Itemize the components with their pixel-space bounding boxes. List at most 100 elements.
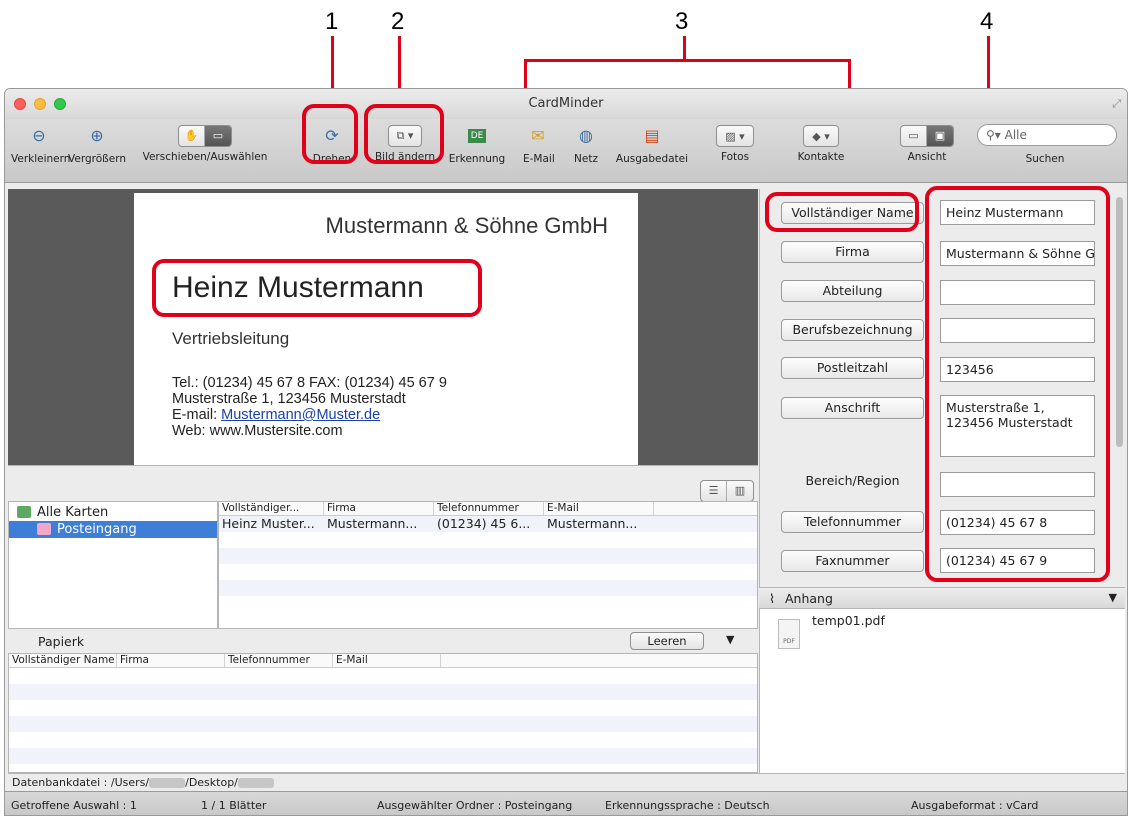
card-name: Heinz Mustermann [172,271,424,304]
empty-row [219,548,757,564]
empty-row [9,700,757,716]
status-sheets: 1 / 1 Blätter [201,799,267,812]
callout-line-3-top [524,59,851,62]
phone-field[interactable]: (01234) 45 67 8 [940,510,1095,535]
col-email[interactable]: E-Mail [544,502,654,515]
empty-row [219,564,757,580]
field-scrollbar[interactable] [1116,197,1123,447]
database-path-bar: Datenbankdatei : /Users//Desktop/ [8,773,1125,791]
col-phone[interactable]: Telefonnummer [434,502,544,515]
status-language: Erkennungssprache : Deutsch [605,799,770,812]
card-image-viewer[interactable]: Mustermann & Söhne GmbH Heinz Mustermann… [8,189,758,466]
empty-row [9,748,757,764]
photos-button[interactable]: ▨ ▾ Fotos [705,123,765,163]
window-title: CardMinder [528,96,604,111]
col-full-name[interactable]: Vollständiger... [219,502,324,515]
fullscreen-icon[interactable]: ⤢ [1112,97,1121,111]
callout-3: 3 [675,8,689,35]
status-bar: Getroffene Auswahl : 1 1 / 1 Blätter Aus… [5,791,1127,815]
photos-icon[interactable]: ▨ ▾ [716,125,754,147]
output-file-icon: ▤ [644,126,660,145]
address-button[interactable]: Anschrift [781,397,924,419]
paperclip-icon: ⌇ [769,591,776,606]
postal-code-button[interactable]: Postleitzahl [781,357,924,379]
card-list: Vollständiger... Firma Telefonnummer E-M… [218,501,758,629]
output-file-button[interactable]: ▤ Ausgabedatei [611,123,693,165]
search-input[interactable]: ⚲▾ Alle [977,124,1117,146]
list-view-toggle-icon[interactable]: ☰ ▥ [700,480,754,502]
col-company[interactable]: Firma [324,502,434,515]
card-contact-lines: Tel.: (01234) 45 67 8 FAX: (01234) 45 67… [172,375,447,439]
image-change-icon[interactable]: ⧉ ▾ [387,125,423,147]
pdf-file-icon[interactable]: PDF [778,619,800,649]
mail-icon: ✉ [531,126,545,145]
view-toggle[interactable]: ▭ ▣ Ansicht [895,123,959,163]
card-email-link[interactable]: Mustermann@Muster.de [221,407,380,423]
empty-row [219,596,757,612]
contacts-button[interactable]: ◆ ▾ Kontakte [791,123,851,163]
trash-col-phone[interactable]: Telefonnummer [225,654,333,667]
zoom-in-button[interactable]: ⊕ Vergrößern [65,123,129,165]
recognition-icon: DE [467,129,487,143]
zoom-out-button[interactable]: ⊖ Verkleinern [11,123,70,165]
toolbar: ⊖ Verkleinern ⊕ Vergrößern ✋ ▭ Verschiebe… [5,119,1127,183]
search-label-wrap: Suchen [1015,149,1075,165]
job-title-field[interactable] [940,318,1095,343]
email-button[interactable]: ✉ E-Mail [523,123,555,165]
empty-row [9,732,757,748]
status-folder: Ausgewählter Ordner : Posteingang [377,799,573,812]
fax-button[interactable]: Faxnummer [781,550,924,572]
attachment-menu-icon[interactable]: ▼ [1109,591,1117,604]
change-image-button[interactable]: ⧉ ▾ Bild ändern [367,123,443,163]
address-field[interactable]: Musterstraße 1, 123456 Musterstadt [940,395,1095,457]
trash-bar: Papierk Leeren ▼ [8,629,758,653]
empty-row [9,684,757,700]
callout-1: 1 [325,8,339,35]
trash-menu-icon[interactable]: ▼ [726,633,734,646]
region-label: Bereich/Region [805,473,900,488]
attachment-bar[interactable]: ⌇ Anhang ▼ [759,587,1125,609]
trash-col-full-name[interactable]: Vollständiger Name [9,654,117,667]
attachment-file-name[interactable]: temp01.pdf [812,613,885,628]
title-bar: CardMinder ⤢ [5,89,1127,119]
card-department: Vertriebsleitung [172,329,290,348]
cards-folder-icon [17,506,31,518]
callout-2: 2 [391,8,405,35]
tree-item-all-cards[interactable]: Alle Karten [9,504,217,521]
app-window: CardMinder ⤢ ⊖ Verkleinern ⊕ Vergrößern … [4,88,1128,816]
full-name-button[interactable]: Vollständiger Name [781,202,924,224]
recognition-button[interactable]: DE Erkennung [447,123,507,165]
splitter-bar[interactable]: ☰ ▥ [8,465,758,502]
status-selection: Getroffene Auswahl : 1 [11,799,137,812]
phone-button[interactable]: Telefonnummer [781,511,924,533]
move-select-control[interactable]: ✋ ▭ Verschieben/Auswählen [135,123,275,163]
empty-row [219,532,757,548]
table-row[interactable]: Heinz Muster... Mustermann... (01234) 45… [219,516,757,532]
company-button[interactable]: Firma [781,241,924,263]
rotate-button[interactable]: ⟳ Drehen [307,123,357,165]
postal-code-field[interactable]: 123456 [940,357,1095,382]
hand-select-icon[interactable]: ✋ ▭ [178,125,232,147]
region-field[interactable] [940,472,1095,497]
department-field[interactable] [940,280,1095,305]
trash-list-header: Vollständiger Name Firma Telefonnummer E… [9,654,757,668]
card-address-line: Musterstraße 1, 123456 Musterstadt [172,391,406,407]
department-button[interactable]: Abteilung [781,280,924,302]
trash-col-email[interactable]: E-Mail [333,654,441,667]
fax-field[interactable]: (01234) 45 67 9 [940,548,1095,573]
web-button[interactable]: ◍ Netz [571,123,601,165]
card-list-header: Vollständiger... Firma Telefonnummer E-M… [219,502,757,516]
attachment-area: PDF temp01.pdf [759,609,1125,773]
full-name-field[interactable]: Heinz Mustermann [940,200,1095,225]
trash-title: Papierk [38,634,85,649]
contacts-icon[interactable]: ◆ ▾ [803,125,839,147]
job-title-button[interactable]: Berufsbezeichnung [781,319,924,341]
view-toggle-icon[interactable]: ▭ ▣ [900,125,954,147]
trash-col-company[interactable]: Firma [117,654,225,667]
status-format: Ausgabeformat : vCard [911,799,1039,812]
empty-trash-button[interactable]: Leeren [630,632,704,650]
trash-list: Vollständiger Name Firma Telefonnummer E… [8,653,758,773]
globe-icon: ◍ [579,126,593,145]
company-field[interactable]: Mustermann & Söhne G [940,241,1095,266]
tree-item-inbox[interactable]: Posteingang [9,521,217,538]
